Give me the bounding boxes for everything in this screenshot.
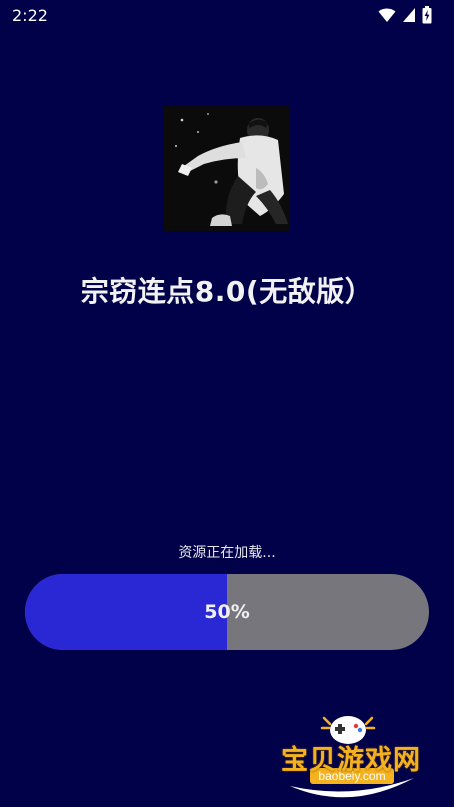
watermark-domain-text: baobeiy.com	[318, 769, 386, 783]
app-title: 宗窃连点8.0(无敌版）	[80, 275, 374, 308]
progress-percent-label: 50%	[204, 601, 250, 623]
loading-message: 资源正在加载...	[178, 545, 276, 561]
battery-charging-icon	[422, 6, 432, 24]
status-bar: 2:22	[0, 0, 454, 32]
watermark-logo: 宝贝游戏网 baobeiy.com	[276, 708, 426, 804]
wifi-icon	[378, 7, 396, 23]
status-icons	[378, 6, 432, 24]
status-time: 2:22	[12, 6, 48, 25]
cover-image	[164, 106, 290, 231]
loading-progress-bar: 50%	[25, 574, 429, 650]
splash-screen: 2:22 宗窃连点8.0(无敌版） 资源正在加载... 50% 宝贝游戏网 ba…	[0, 0, 454, 807]
cellular-signal-icon	[402, 7, 416, 23]
